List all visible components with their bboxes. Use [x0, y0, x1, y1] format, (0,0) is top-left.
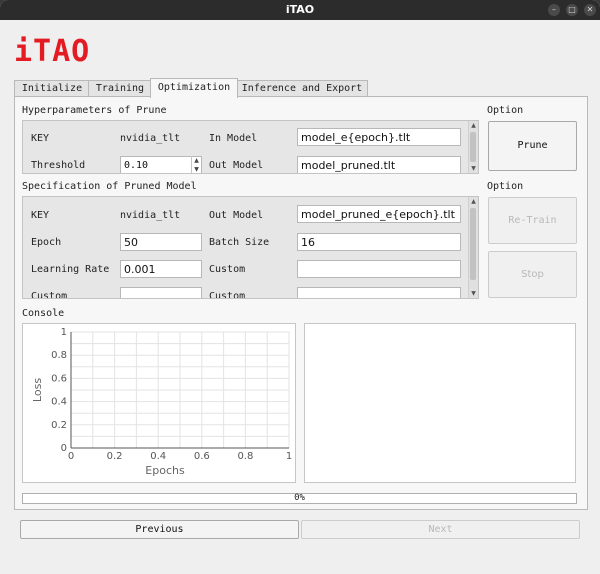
stop-button[interactable]: Stop [488, 251, 577, 298]
tab-optimization[interactable]: Optimization [150, 78, 238, 98]
progress-text: 0% [294, 493, 305, 503]
minimize-icon[interactable]: – [548, 4, 560, 16]
progress-bar: 0% [22, 493, 577, 504]
scroll-up-icon[interactable]: ▲ [469, 197, 478, 206]
prune-option-label: Option [487, 105, 524, 116]
threshold-input[interactable]: 0.10 [120, 156, 202, 173]
x-axis-label: Epochs [145, 464, 185, 477]
batch-size-input[interactable]: 16 [297, 233, 461, 251]
stepper-up-icon[interactable]: ▲ [192, 156, 201, 165]
prune-button[interactable]: Prune [488, 121, 577, 171]
spec-out-model-label: Out Model [209, 210, 264, 221]
tab-initialize[interactable]: Initialize [14, 80, 90, 97]
y-axis-label: Loss [31, 378, 44, 402]
threshold-label: Threshold [31, 160, 86, 171]
app-logo: iTAO [14, 34, 91, 69]
tab-inference-export[interactable]: Inference and Export [236, 80, 368, 97]
custom-label-1: Custom [209, 264, 246, 275]
spec-section-label: Specification of Pruned Model [22, 181, 197, 192]
loss-chart-panel: 0 0.2 0.4 0.6 0.8 1 0 0.2 0.4 0.6 0.8 1 Epochs Loss [22, 323, 296, 483]
learning-rate-label: Learning Rate [31, 264, 110, 275]
prune-out-model-label: Out Model [209, 160, 264, 171]
scroll-thumb[interactable] [470, 132, 476, 162]
y-tick-label: 0.8 [51, 350, 67, 361]
close-icon[interactable]: ✕ [584, 4, 596, 16]
y-tick-label: 0.2 [51, 420, 67, 431]
custom-input-1[interactable] [297, 260, 461, 278]
spec-key-value: nvidia_tlt [120, 210, 181, 221]
prune-key-label: KEY [31, 133, 50, 144]
spec-option-label: Option [487, 181, 524, 192]
x-tick-label: 0.8 [237, 451, 253, 462]
next-button[interactable]: Next [301, 520, 580, 539]
scroll-down-icon[interactable]: ▼ [469, 289, 478, 298]
y-tick-label: 1 [61, 327, 67, 338]
epoch-label: Epoch [31, 237, 62, 248]
prune-in-model-label: In Model [209, 133, 258, 144]
custom-label-2: Custom [31, 291, 68, 299]
app-window: iTAO – □ ✕ iTAO Initialize Training Opti… [0, 0, 600, 574]
y-tick-label: 0 [61, 443, 67, 454]
learning-rate-input[interactable]: 0.001 [120, 260, 202, 278]
x-tick-label: 0.2 [107, 451, 123, 462]
scroll-thumb[interactable] [470, 208, 476, 280]
previous-button[interactable]: Previous [20, 520, 299, 539]
spec-params-box: KEY nvidia_tlt Out Model model_pruned_e{… [22, 196, 479, 299]
y-tick-label: 0.4 [51, 397, 67, 408]
prune-out-model-input[interactable]: model_pruned.tlt [297, 156, 461, 173]
console-label: Console [22, 308, 65, 319]
console-output [304, 323, 576, 483]
batch-size-label: Batch Size [209, 237, 270, 248]
custom-label-3: Custom [209, 291, 246, 299]
prune-in-model-input[interactable]: model_e{epoch}.tlt [297, 128, 461, 146]
spec-out-model-input[interactable]: model_pruned_e{epoch}.tlt [297, 205, 461, 223]
maximize-icon[interactable]: □ [566, 4, 578, 16]
loss-chart: 0 0.2 0.4 0.6 0.8 1 0 0.2 0.4 0.6 0.8 1 Epochs Loss [31, 327, 292, 477]
y-tick-label: 0.6 [51, 373, 67, 384]
title-bar: iTAO – □ ✕ [0, 0, 600, 20]
tab-training[interactable]: Training [88, 80, 152, 97]
x-tick-label: 0.6 [194, 451, 210, 462]
custom-input-3[interactable] [297, 287, 461, 298]
x-tick-label: 1 [286, 451, 292, 462]
window-title: iTAO [285, 3, 315, 16]
spec-scrollbar[interactable]: ▲ ▼ [468, 197, 478, 298]
x-tick-label: 0.4 [150, 451, 166, 462]
epoch-input[interactable]: 50 [120, 233, 202, 251]
prune-params-box: KEY nvidia_tlt In Model model_e{epoch}.t… [22, 120, 479, 174]
prune-key-value: nvidia_tlt [120, 133, 181, 144]
prune-scrollbar[interactable]: ▲ ▼ [468, 121, 478, 173]
scroll-up-icon[interactable]: ▲ [469, 121, 478, 130]
x-tick-label: 0 [68, 451, 74, 462]
custom-input-2[interactable] [120, 287, 202, 298]
stepper-down-icon[interactable]: ▼ [192, 165, 201, 173]
retrain-button[interactable]: Re-Train [488, 197, 577, 244]
threshold-stepper[interactable]: ▲ ▼ [191, 156, 201, 173]
prune-section-label: Hyperparameters of Prune [22, 105, 167, 116]
spec-key-label: KEY [31, 210, 50, 221]
scroll-down-icon[interactable]: ▼ [469, 164, 478, 173]
